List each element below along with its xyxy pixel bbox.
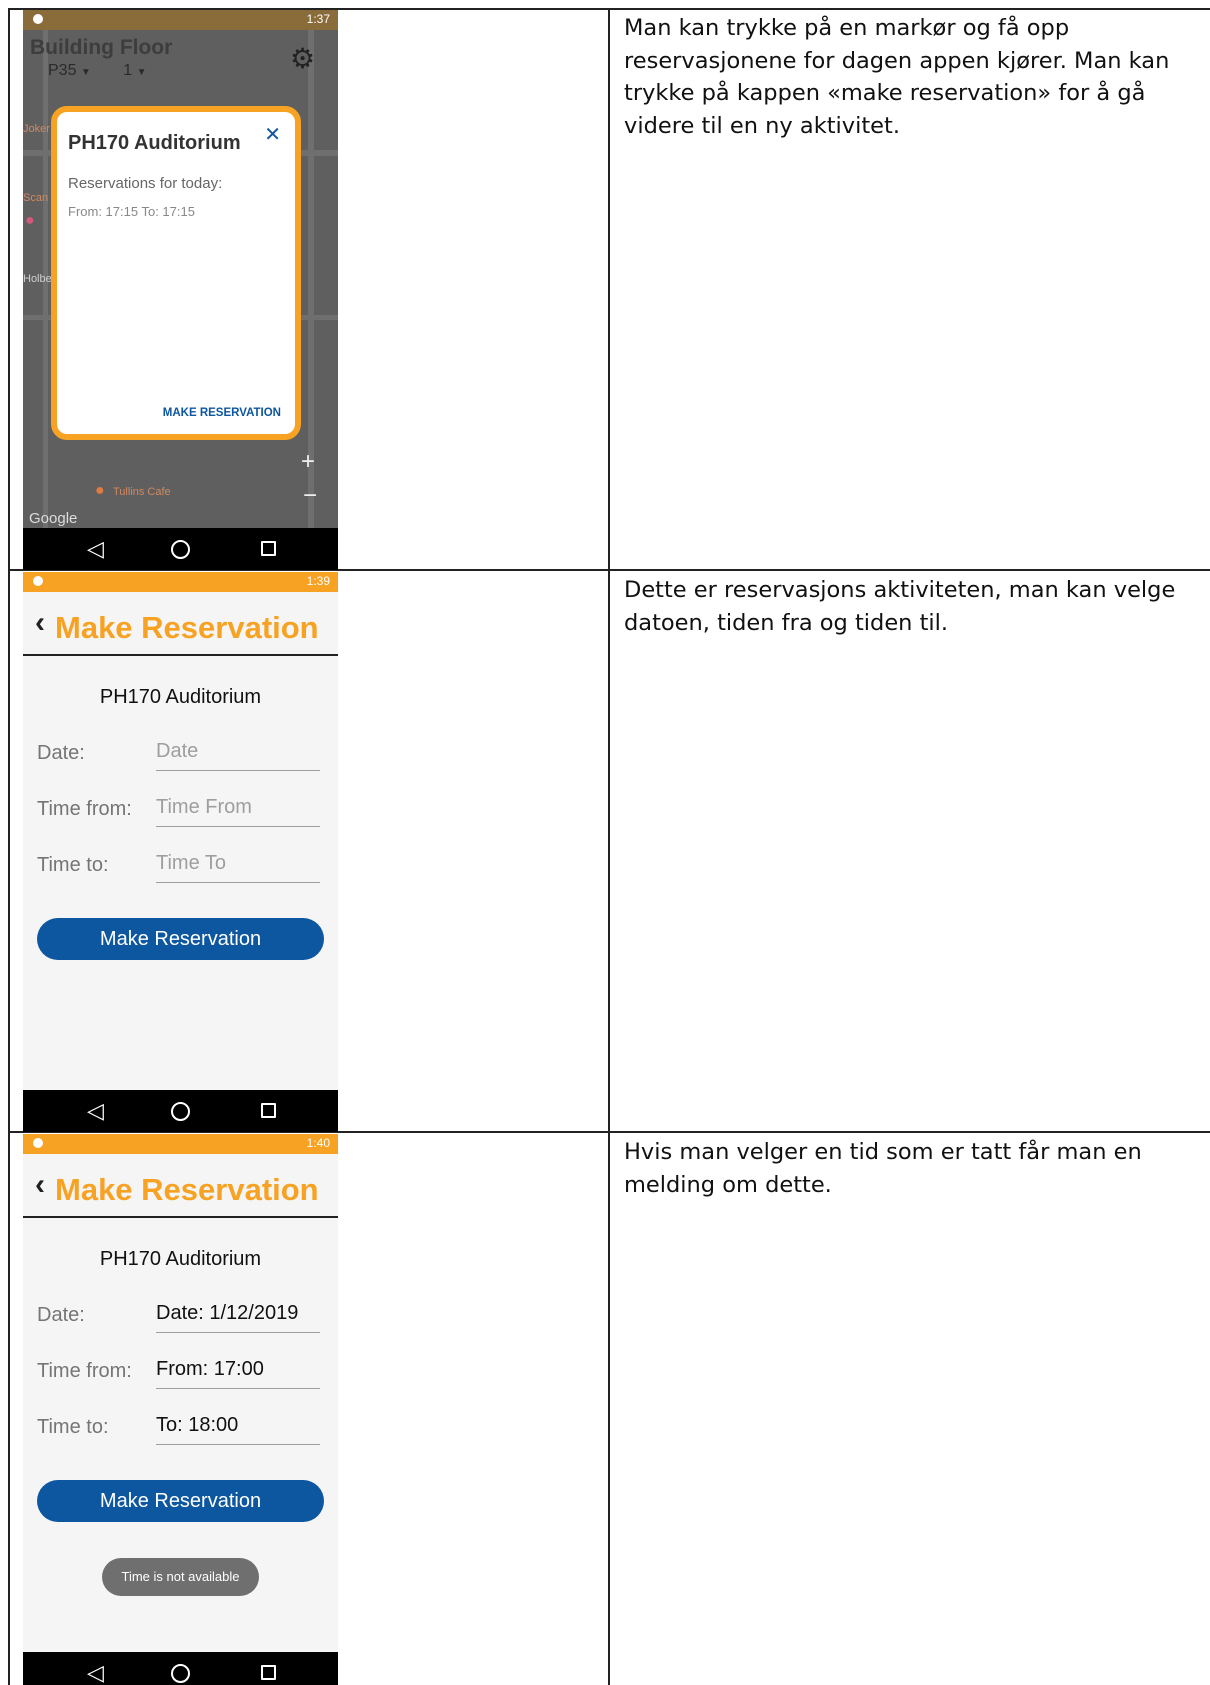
status-bar: 1:37 [23, 10, 338, 30]
notification-icon [33, 14, 43, 24]
chevron-down-icon: ▼ [136, 67, 147, 78]
time-from-field[interactable]: Time From [156, 796, 320, 827]
back-icon[interactable]: ◁ [87, 1660, 104, 1685]
popup-title: PH170 Auditorium [68, 132, 241, 154]
map-pin-icon[interactable]: ● [25, 212, 35, 230]
google-logo: Google [29, 510, 78, 527]
floor-dropdown[interactable]: 1 ▼ [123, 62, 146, 79]
status-time: 1:37 [306, 12, 330, 26]
back-icon[interactable]: ◁ [87, 1098, 104, 1124]
close-icon[interactable]: ✕ [264, 122, 281, 147]
appbar-divider [23, 1216, 338, 1218]
back-arrow-icon[interactable]: ‹ [35, 1168, 45, 1202]
date-field[interactable]: Date: 1/12/2019 [156, 1302, 320, 1333]
date-label: Date: [37, 1304, 85, 1326]
date-label: Date: [37, 742, 85, 764]
row1-description: Man kan trykke på en markør og få opp re… [624, 15, 1170, 139]
date-field[interactable]: Date [156, 740, 320, 771]
time-to-label: Time to: [37, 1416, 109, 1438]
reservation-popup: PH170 Auditorium ✕ Reservations for toda… [51, 106, 301, 440]
screen-background [23, 592, 338, 1092]
map-place-label: Holbe [23, 273, 52, 285]
time-to-field[interactable]: Time To [156, 852, 320, 883]
row2-description: Dette er reservasjons aktiviteten, man k… [624, 577, 1176, 636]
building-value: P35 [48, 62, 77, 79]
status-bar: 1:39 [23, 572, 338, 592]
row3-description: Hvis man velger en tid som er tatt får m… [624, 1139, 1142, 1198]
home-icon[interactable] [171, 1102, 190, 1121]
notification-icon [33, 1138, 43, 1148]
screenshot-map: 1:37 Joker Scan Holbe Tullins Cafe ● ● B… [23, 10, 338, 570]
floor-value: 1 [123, 62, 133, 79]
recents-icon[interactable] [261, 1103, 276, 1118]
android-nav-bar: ◁ [23, 1652, 338, 1685]
map-pin-icon[interactable]: ● [95, 482, 105, 500]
error-toast: Time is not available [102, 1558, 259, 1596]
make-reservation-link[interactable]: MAKE RESERVATION [163, 407, 281, 419]
popup-subtitle: Reservations for today: [68, 175, 223, 192]
screenshot-reservation-form: 1:39 ‹ Make Reservation PH170 Auditorium… [23, 572, 338, 1132]
room-name: PH170 Auditorium [99, 1248, 262, 1270]
filter-header: Building Floor [30, 36, 173, 59]
page-title: Make Reservation [55, 1172, 319, 1207]
time-from-label: Time from: [37, 1360, 132, 1382]
screenshot-reservation-error: 1:40 ‹ Make Reservation PH170 Auditorium… [23, 1134, 338, 1685]
make-reservation-button[interactable]: Make Reservation [37, 918, 324, 960]
gear-icon[interactable]: ⚙ [290, 42, 315, 75]
make-reservation-button[interactable]: Make Reservation [37, 1480, 324, 1522]
status-bar: 1:40 [23, 1134, 338, 1154]
status-time: 1:39 [306, 574, 330, 588]
home-icon[interactable] [171, 1664, 190, 1683]
time-to-label: Time to: [37, 854, 109, 876]
building-dropdown[interactable]: P35 ▼ 1 ▼ [48, 62, 147, 80]
time-from-label: Time from: [37, 798, 132, 820]
map-place-label: Joker [23, 123, 50, 135]
reservation-entry: From: 17:15 To: 17:15 [68, 204, 195, 219]
android-nav-bar: ◁ [23, 528, 338, 570]
recents-icon[interactable] [261, 1665, 276, 1680]
time-from-field[interactable]: From: 17:00 [156, 1358, 320, 1389]
recents-icon[interactable] [261, 541, 276, 556]
zoom-in-icon[interactable]: + [301, 448, 315, 476]
zoom-out-icon[interactable]: − [303, 482, 317, 510]
map-place-label: Scan [23, 192, 49, 204]
back-arrow-icon[interactable]: ‹ [35, 606, 45, 640]
android-nav-bar: ◁ [23, 1090, 338, 1132]
appbar-divider [23, 654, 338, 656]
notification-icon [33, 576, 43, 586]
chevron-down-icon: ▼ [80, 67, 91, 78]
back-icon[interactable]: ◁ [87, 536, 104, 562]
cafe-marker-label[interactable]: Tullins Cafe [113, 486, 171, 498]
room-name: PH170 Auditorium [99, 686, 262, 708]
page-title: Make Reservation [55, 610, 319, 645]
table-rule-left [8, 8, 10, 1685]
table-rule-middle [608, 8, 610, 1685]
status-time: 1:40 [306, 1136, 330, 1150]
home-icon[interactable] [171, 540, 190, 559]
time-to-field[interactable]: To: 18:00 [156, 1414, 320, 1445]
